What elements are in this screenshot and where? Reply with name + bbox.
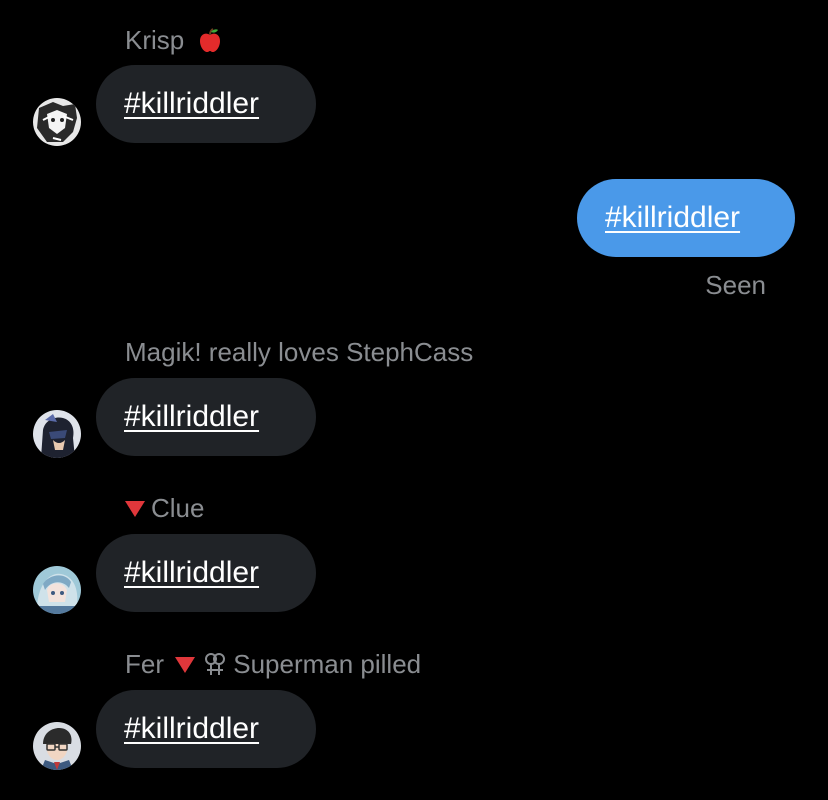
hashtag-link[interactable]: #killriddler [124,400,259,434]
message-bubble: #killriddler [96,378,316,456]
hashtag-link[interactable]: #killriddler [124,556,259,590]
glasses-man-avatar-icon[interactable] [33,722,81,770]
sender-name: Clue [125,493,204,523]
chat-thread: Krisp #killriddler #killriddler Seen Mag… [0,0,828,800]
apple-icon [200,28,221,53]
message-bubble: #killriddler [96,690,316,768]
hashtag-link[interactable]: #killriddler [605,201,740,235]
anime-girl-avatar-icon[interactable] [33,566,81,614]
red-triangle-icon [175,656,196,673]
sender-name: Magik! really loves StephCass [125,337,474,367]
manga-avatar-icon[interactable] [33,98,81,146]
seen-status: Seen [705,270,766,300]
masked-hero-avatar-icon[interactable] [33,410,81,458]
sender-name: Fer Superman pilled [125,649,422,679]
message-bubble: #killriddler [96,534,316,612]
hashtag-link[interactable]: #killriddler [124,712,259,746]
red-triangle-icon [125,500,145,517]
outgoing-message-bubble: #killriddler [577,179,795,257]
message-bubble: #killriddler [96,65,316,143]
sender-name: Krisp [125,25,223,57]
lesbian-symbol-icon [205,653,226,676]
hashtag-link[interactable]: #killriddler [124,87,259,121]
